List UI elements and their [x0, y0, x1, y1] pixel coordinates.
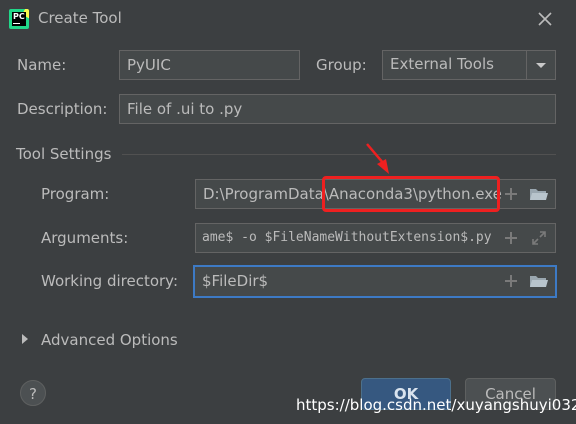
working-directory-field-value: $FileDir$: [202, 272, 269, 290]
name-field[interactable]: PyUIC: [119, 50, 300, 80]
arguments-field[interactable]: ame$ -o $FileNameWithoutExtension$.py: [195, 223, 556, 253]
help-button[interactable]: ?: [20, 380, 46, 406]
tool-settings-heading: Tool Settings: [16, 145, 112, 163]
group-label: Group:: [316, 56, 367, 74]
working-directory-label: Working directory:: [41, 272, 179, 290]
chevron-down-icon[interactable]: [526, 51, 555, 79]
arguments-label: Arguments:: [41, 229, 129, 247]
group-select[interactable]: External Tools: [382, 50, 556, 80]
pycharm-icon: PC: [9, 9, 29, 29]
advanced-options-toggle[interactable]: Advanced Options: [41, 331, 178, 349]
description-label: Description:: [17, 100, 108, 118]
add-macro-icon[interactable]: [503, 230, 519, 246]
annotation-arrow-icon: [360, 140, 400, 180]
group-select-value: External Tools: [390, 55, 494, 73]
folder-icon[interactable]: [529, 186, 549, 202]
folder-icon[interactable]: [529, 273, 549, 289]
arguments-field-value: ame$ -o $FileNameWithoutExtension$.py: [202, 230, 492, 245]
description-field[interactable]: File of .ui to .py: [119, 94, 556, 124]
program-label: Program:: [41, 185, 110, 203]
close-icon[interactable]: [534, 8, 556, 30]
annotation-highlight-box: [322, 176, 500, 212]
window-title: Create Tool: [38, 9, 122, 27]
tool-settings-separator: [122, 154, 556, 155]
name-label: Name:: [17, 56, 67, 74]
watermark-text: https://blog.csdn.net/xuyangshuyi0324: [296, 396, 576, 414]
expand-icon[interactable]: [531, 230, 547, 246]
add-macro-icon[interactable]: [503, 273, 519, 289]
expand-triangle-icon[interactable]: [20, 333, 30, 345]
add-macro-icon[interactable]: [503, 186, 519, 202]
